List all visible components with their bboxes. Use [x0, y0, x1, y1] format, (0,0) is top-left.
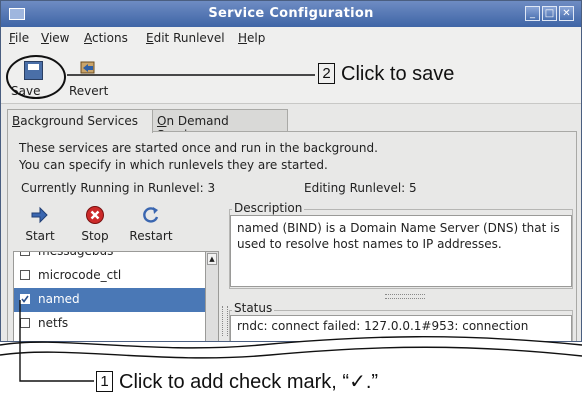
save-callout-text: Click to save [341, 63, 455, 85]
check-callout-text: Click to add check mark, “✓.” [119, 371, 379, 393]
save-callout: 2 Click to save [318, 63, 454, 86]
tab-background-services[interactable]: Background Services [7, 109, 153, 133]
check-callout: 1 Click to add check mark, “✓.” [96, 369, 378, 394]
callout-overlay [0, 74, 582, 396]
check-callout-number: 1 [96, 371, 113, 392]
save-callout-number: 2 [318, 63, 335, 84]
